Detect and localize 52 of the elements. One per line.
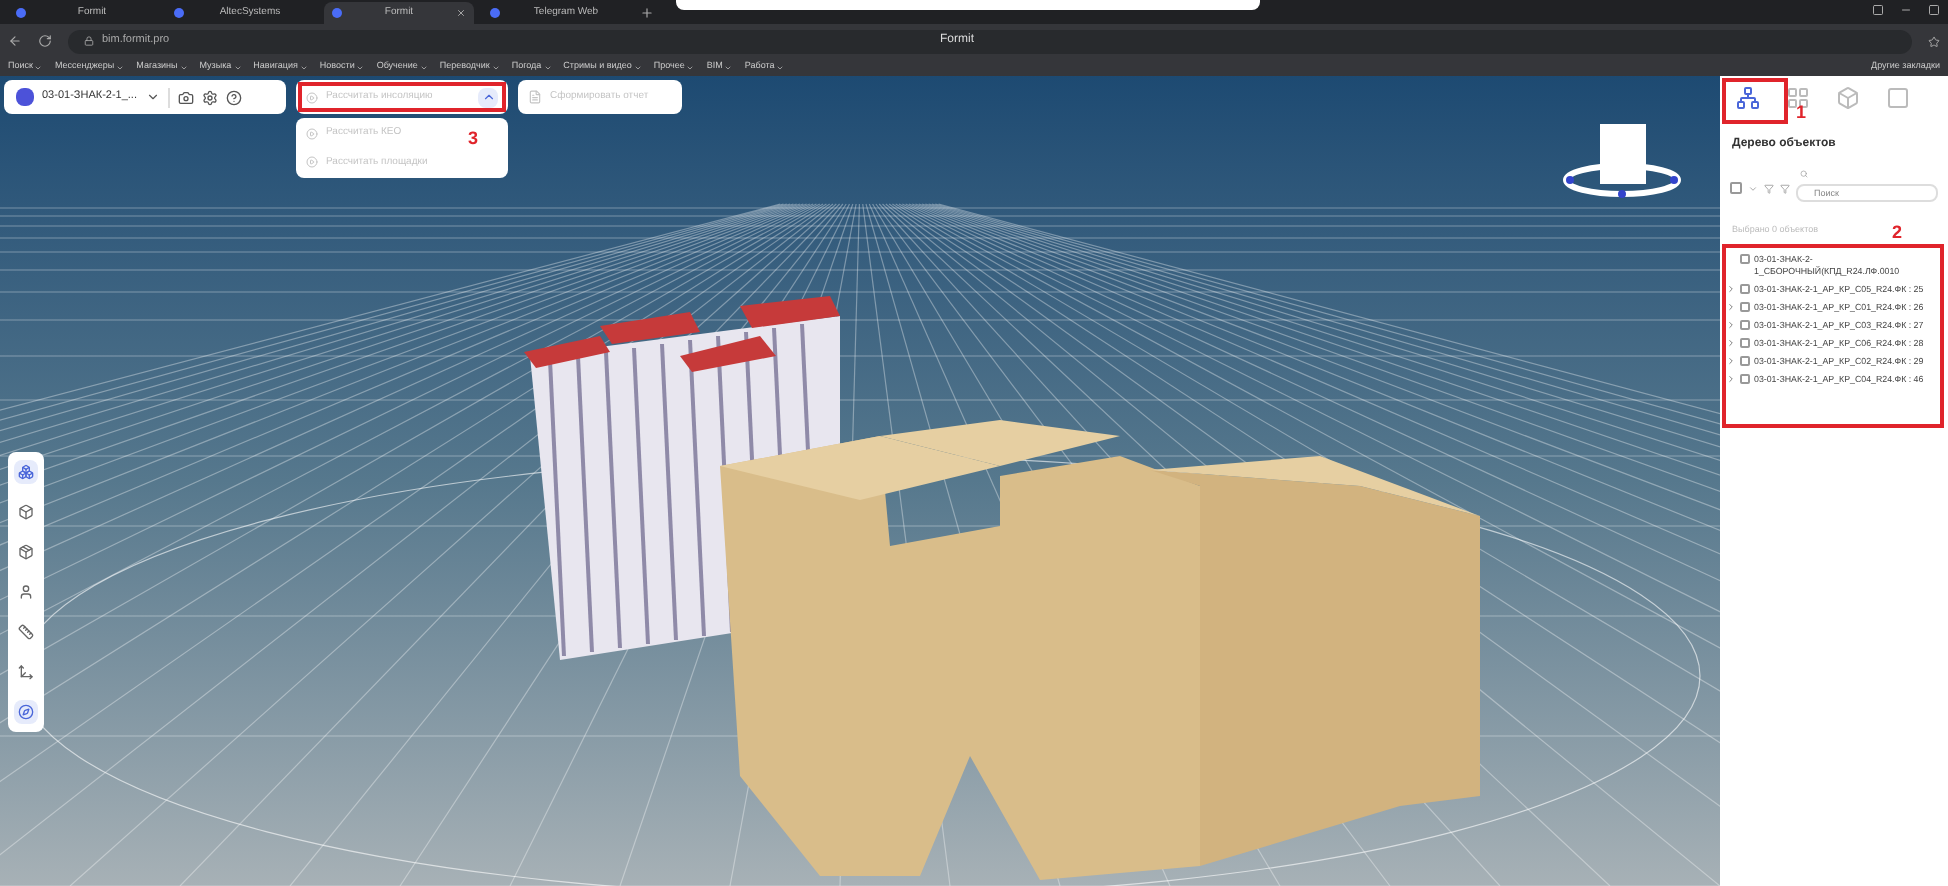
- chevron-right-icon[interactable]: [1726, 355, 1736, 366]
- bookmark-icon[interactable]: [1928, 35, 1940, 47]
- select-all-checkbox[interactable]: [1730, 182, 1742, 194]
- play-icon: [306, 156, 318, 169]
- lock-icon: [84, 36, 94, 46]
- document-icon: [528, 90, 542, 104]
- cubes-icon[interactable]: [14, 460, 38, 484]
- settings-icon[interactable]: [201, 89, 217, 105]
- tree-checkbox[interactable]: [1740, 253, 1750, 264]
- tree-checkbox[interactable]: [1740, 355, 1750, 366]
- annotation-number: 1: [1796, 100, 1807, 126]
- tree-checkbox[interactable]: [1740, 283, 1750, 294]
- app-logo-icon: [16, 88, 34, 106]
- tree-checkbox[interactable]: [1740, 301, 1750, 312]
- tree-checkbox[interactable]: [1740, 373, 1750, 384]
- chevron-right-icon[interactable]: [1726, 283, 1736, 294]
- filter-icon[interactable]: [1764, 183, 1774, 193]
- back-icon[interactable]: [8, 34, 22, 48]
- chevron-up-icon: [481, 90, 495, 104]
- help-icon[interactable]: [225, 89, 241, 105]
- new-tab-icon[interactable]: [640, 6, 654, 20]
- tree-checkbox[interactable]: [1740, 319, 1750, 330]
- filter-icon[interactable]: [1780, 183, 1790, 193]
- play-icon: [306, 91, 318, 103]
- chevron-right-icon[interactable]: [1726, 319, 1736, 330]
- tab-favicon-icon: [490, 8, 500, 18]
- camera-icon[interactable]: [177, 89, 193, 105]
- chevron-right-icon[interactable]: [1726, 373, 1736, 384]
- maximize-icon[interactable]: [1928, 4, 1940, 16]
- chevron-right-icon[interactable]: [1726, 301, 1736, 312]
- axes-icon[interactable]: [14, 660, 38, 684]
- annotation-frame: [1722, 78, 1788, 124]
- tab-favicon-icon: [332, 8, 342, 18]
- chevron-down-icon[interactable]: [145, 90, 159, 104]
- package-icon[interactable]: [14, 540, 38, 564]
- square-icon[interactable]: [1886, 86, 1910, 110]
- view-cube-drawing: [1563, 124, 1681, 198]
- tab-favicon-icon: [16, 8, 26, 18]
- reload-icon[interactable]: [38, 34, 52, 48]
- annotation-number: 2: [1892, 219, 1903, 246]
- tree-icon[interactable]: [1736, 86, 1760, 110]
- annotation-number: 3: [468, 126, 479, 152]
- minimize-icon[interactable]: [1900, 4, 1912, 16]
- ruler-icon[interactable]: [14, 620, 38, 644]
- tree-checkbox[interactable]: [1740, 337, 1750, 348]
- chevron-right-icon[interactable]: [1726, 337, 1736, 348]
- compass-icon[interactable]: [14, 700, 38, 724]
- cube-icon[interactable]: [14, 500, 38, 524]
- tab-favicon-icon: [174, 8, 184, 18]
- play-icon: [306, 127, 318, 140]
- extensions-icon[interactable]: [1872, 4, 1884, 16]
- search-icon: [1800, 169, 1808, 177]
